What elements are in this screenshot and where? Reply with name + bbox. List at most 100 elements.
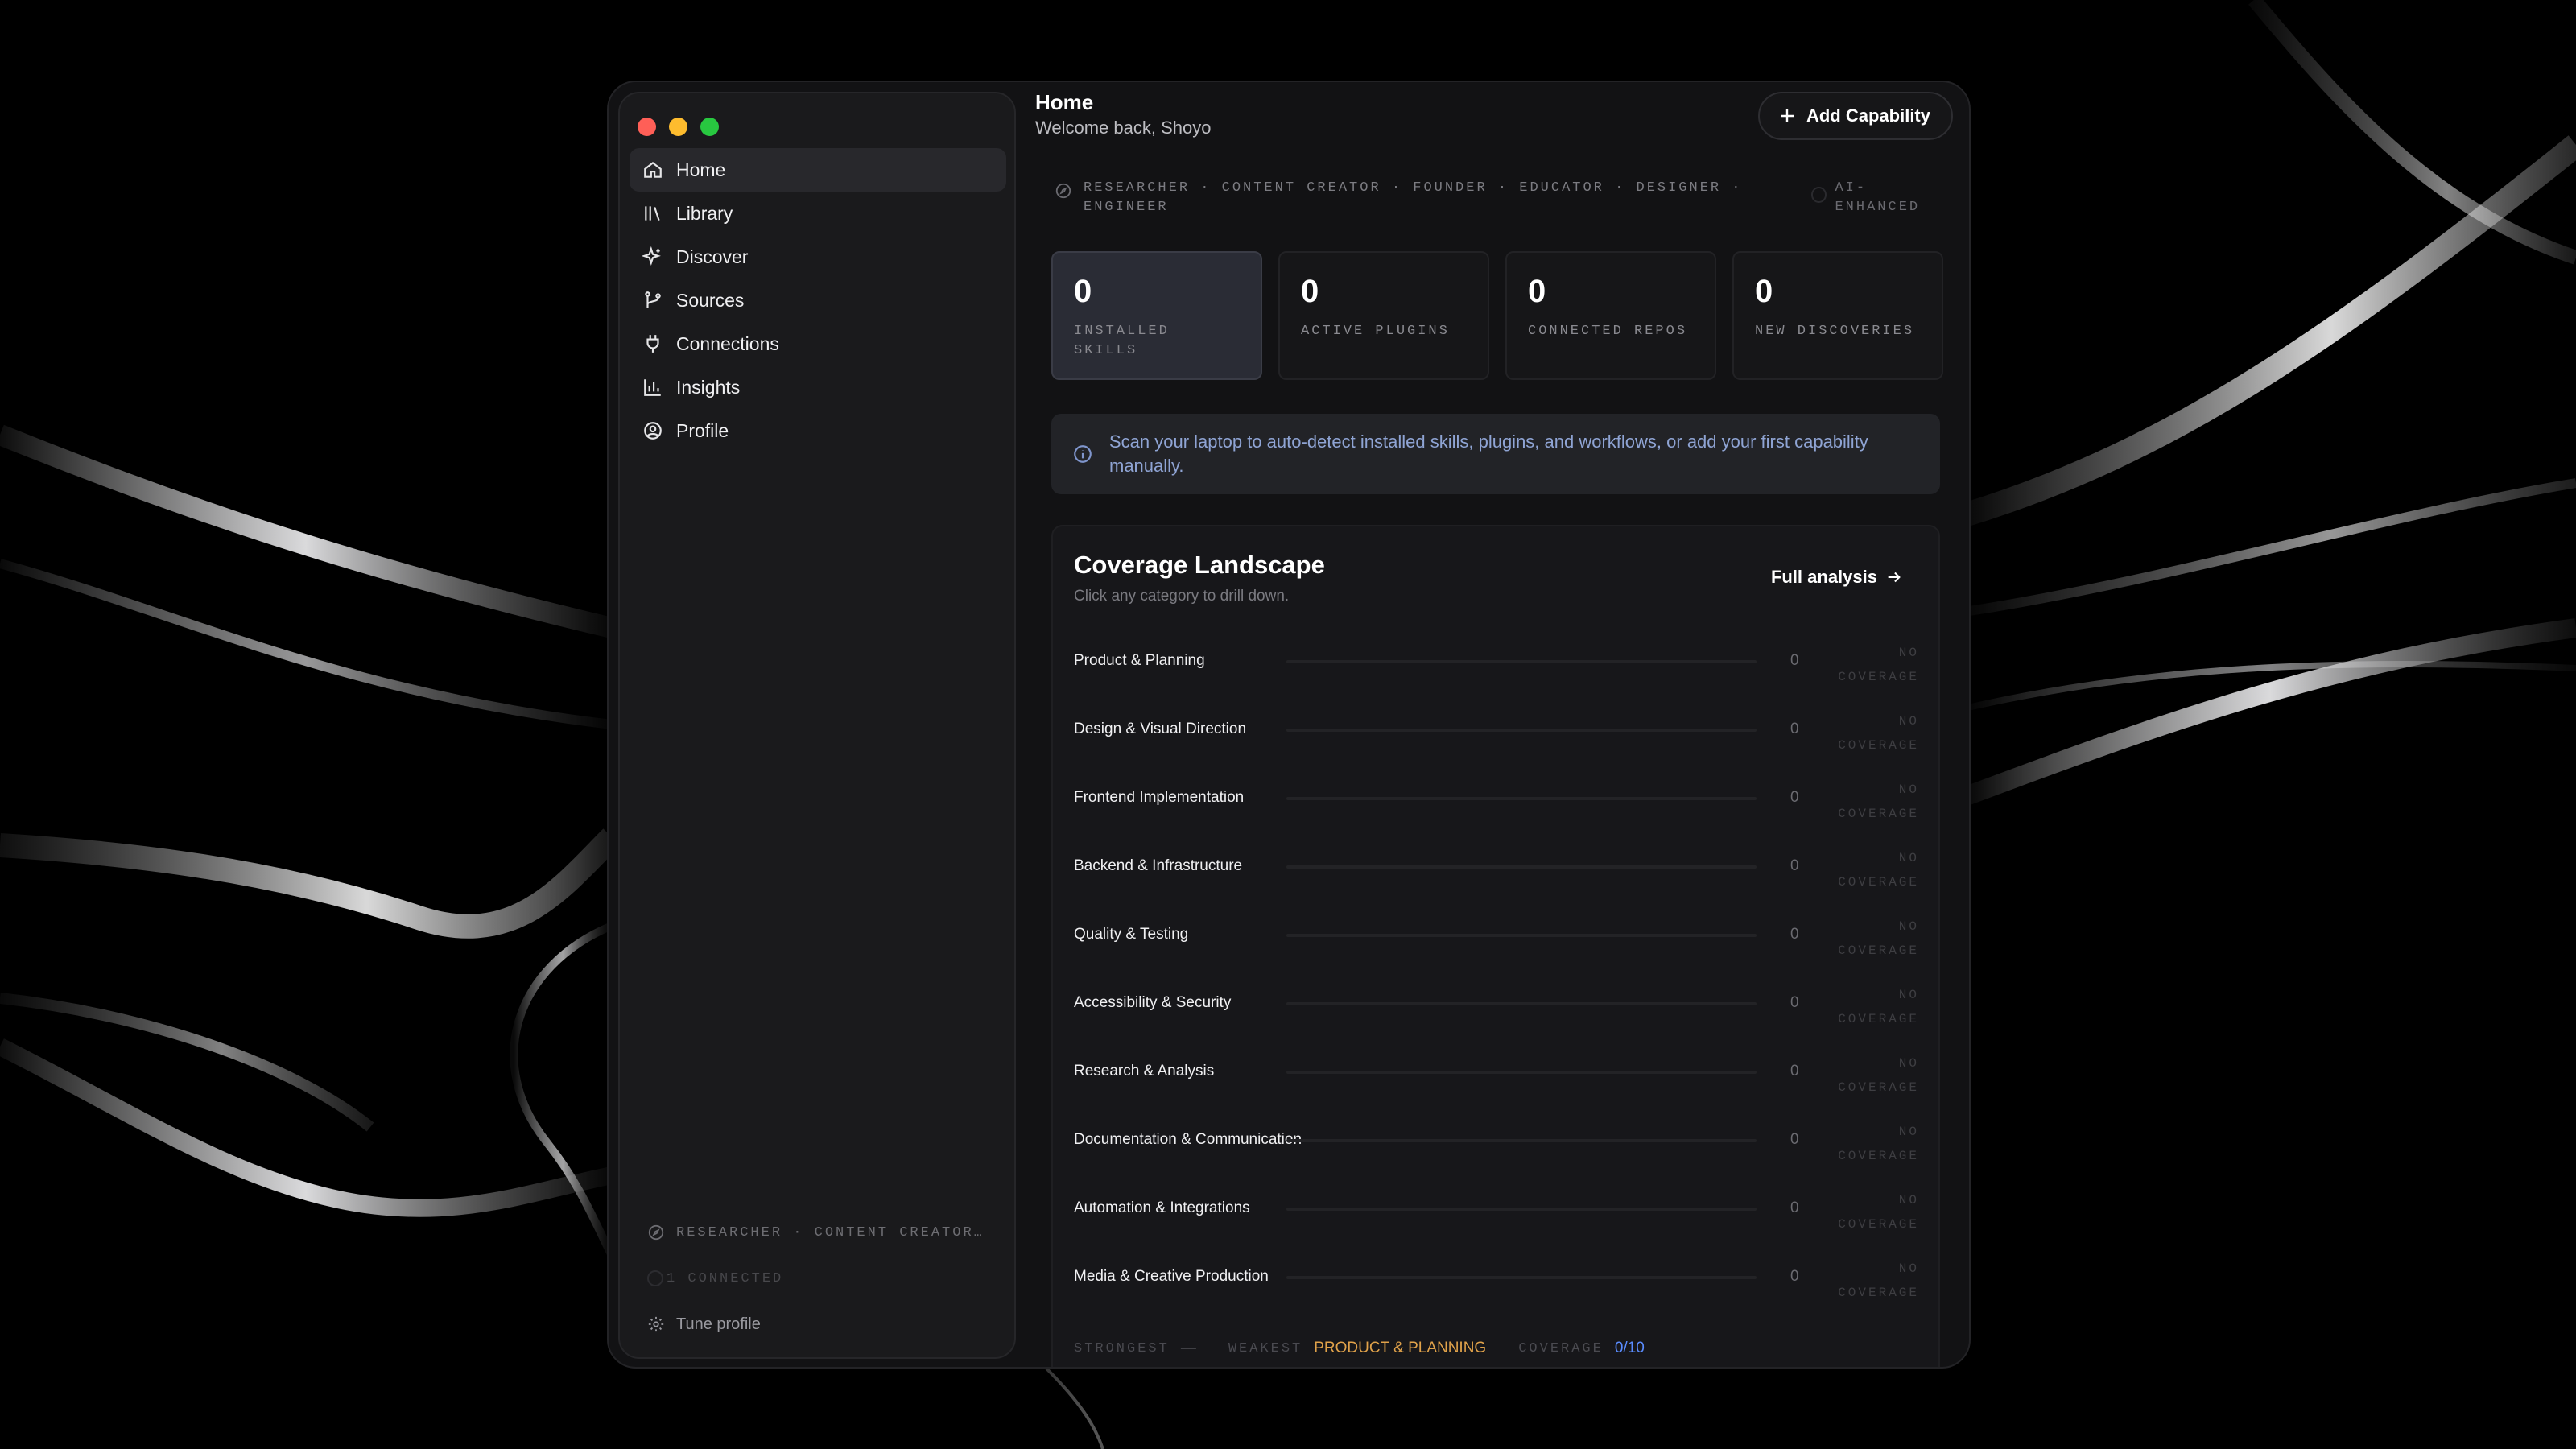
user-circle-icon bbox=[642, 420, 663, 441]
coverage-status: NO COVERAGE bbox=[1838, 1125, 1919, 1163]
stat-value: 0 bbox=[1755, 274, 1773, 309]
home-icon bbox=[642, 159, 663, 180]
weakest-label: WEAKEST bbox=[1228, 1340, 1303, 1356]
sidebar-item-insights[interactable]: Insights bbox=[630, 365, 1006, 409]
coverage-bar bbox=[1286, 1139, 1757, 1142]
category-count: 0 bbox=[1790, 994, 1799, 1011]
category-count: 0 bbox=[1790, 1268, 1799, 1285]
sidebar-nav: Home Library Discover Sources Connection… bbox=[630, 148, 1006, 452]
coverage-status: NO COVERAGE bbox=[1838, 1261, 1919, 1300]
close-window-button[interactable] bbox=[638, 118, 656, 136]
category-name: Automation & Integrations bbox=[1074, 1199, 1250, 1216]
minimize-window-button[interactable] bbox=[669, 118, 687, 136]
category-count: 0 bbox=[1790, 926, 1799, 943]
coverage-subtitle: Click any category to drill down. bbox=[1074, 588, 1290, 605]
sidebar-item-label: Profile bbox=[676, 419, 729, 441]
stat-label: ACTIVE PLUGINS bbox=[1301, 324, 1450, 339]
sidebar-item-label: Home bbox=[676, 159, 726, 180]
status-dot-icon bbox=[647, 1270, 663, 1286]
stat-value: 0 bbox=[1074, 274, 1092, 309]
category-name: Accessibility & Security bbox=[1074, 994, 1232, 1011]
roles-bar: RESEARCHER · CONTENT CREATOR · FOUNDER ·… bbox=[1055, 179, 1948, 217]
compass-icon bbox=[1055, 183, 1071, 199]
main-content: Home Welcome back, Shoyo Add Capability … bbox=[1027, 82, 1961, 1367]
coverage-value: 0/10 bbox=[1614, 1340, 1645, 1356]
coverage-row-media-creative[interactable]: Media & Creative Production 0 NO COVERAG… bbox=[1074, 1244, 1919, 1312]
maximize-window-button[interactable] bbox=[700, 118, 719, 136]
stat-label: INSTALLED SKILLS bbox=[1074, 324, 1170, 358]
page-title: Home bbox=[1035, 90, 1094, 114]
category-count: 0 bbox=[1790, 857, 1799, 874]
sidebar-item-profile[interactable]: Profile bbox=[630, 409, 1006, 452]
coverage-bar bbox=[1286, 660, 1757, 663]
roles-list: RESEARCHER · CONTENT CREATOR · FOUNDER ·… bbox=[1084, 180, 1743, 215]
sidebar: Home Library Discover Sources Connection… bbox=[618, 92, 1016, 1359]
profile-roles[interactable]: RESEARCHER · CONTENT CREATOR… bbox=[647, 1219, 985, 1246]
coverage-row-product-planning[interactable]: Product & Planning 0 NO COVERAGE bbox=[1074, 628, 1919, 696]
app-window: Home Library Discover Sources Connection… bbox=[607, 80, 1971, 1368]
category-count: 0 bbox=[1790, 1199, 1799, 1216]
coverage-label: COVERAGE bbox=[1518, 1340, 1604, 1356]
bar-chart-icon bbox=[642, 377, 663, 398]
sparkles-icon bbox=[642, 246, 663, 267]
stat-connected-repos[interactable]: 0 CONNECTED REPOS bbox=[1505, 251, 1716, 380]
sidebar-item-label: Sources bbox=[676, 289, 745, 311]
status-dot-icon bbox=[1811, 187, 1827, 203]
coverage-row-documentation[interactable]: Documentation & Communication 0 NO COVER… bbox=[1074, 1107, 1919, 1175]
window-controls bbox=[638, 118, 719, 136]
category-name: Research & Analysis bbox=[1074, 1063, 1215, 1080]
coverage-row-frontend[interactable]: Frontend Implementation 0 NO COVERAGE bbox=[1074, 765, 1919, 833]
coverage-bar bbox=[1286, 729, 1757, 732]
coverage-bar bbox=[1286, 1002, 1757, 1005]
sidebar-footer: RESEARCHER · CONTENT CREATOR… 1 CONNECTE… bbox=[647, 1219, 985, 1338]
weakest-value[interactable]: Product & Planning bbox=[1314, 1340, 1486, 1357]
coverage-row-automation[interactable]: Automation & Integrations 0 NO COVERAGE bbox=[1074, 1175, 1919, 1244]
sidebar-item-library[interactable]: Library bbox=[630, 192, 1006, 235]
category-name: Quality & Testing bbox=[1074, 926, 1189, 943]
strongest-value: — bbox=[1180, 1340, 1196, 1356]
coverage-status: NO COVERAGE bbox=[1838, 714, 1919, 753]
category-count: 0 bbox=[1790, 1063, 1799, 1080]
sidebar-item-discover[interactable]: Discover bbox=[630, 235, 1006, 279]
git-branch-icon bbox=[642, 290, 663, 311]
plus-icon bbox=[1780, 109, 1794, 122]
ai-enhanced-badge: AI-ENHANCED bbox=[1811, 179, 1948, 217]
sidebar-item-connections[interactable]: Connections bbox=[630, 322, 1006, 365]
stat-installed-skills[interactable]: 0 INSTALLED SKILLS bbox=[1051, 251, 1262, 380]
coverage-row-accessibility-security[interactable]: Accessibility & Security 0 NO COVERAGE bbox=[1074, 970, 1919, 1038]
coverage-bar bbox=[1286, 797, 1757, 800]
coverage-status: NO COVERAGE bbox=[1838, 988, 1919, 1026]
full-analysis-link[interactable]: Full analysis bbox=[1771, 567, 1903, 588]
stat-active-plugins[interactable]: 0 ACTIVE PLUGINS bbox=[1278, 251, 1489, 380]
category-count: 0 bbox=[1790, 789, 1799, 806]
category-count: 0 bbox=[1790, 720, 1799, 737]
coverage-row-quality-testing[interactable]: Quality & Testing 0 NO COVERAGE bbox=[1074, 902, 1919, 970]
coverage-summary: STRONGEST — WEAKEST Product & Planning C… bbox=[1074, 1340, 1677, 1357]
add-capability-button[interactable]: Add Capability bbox=[1757, 92, 1953, 140]
coverage-status: NO COVERAGE bbox=[1838, 1056, 1919, 1095]
coverage-rows: Product & Planning 0 NO COVERAGE Design … bbox=[1074, 628, 1919, 1312]
category-count: 0 bbox=[1790, 652, 1799, 669]
sidebar-item-label: Discover bbox=[676, 246, 749, 267]
category-name: Design & Visual Direction bbox=[1074, 720, 1247, 737]
sidebar-item-label: Library bbox=[676, 202, 733, 224]
category-count: 0 bbox=[1790, 1131, 1799, 1148]
stat-label: NEW DISCOVERIES bbox=[1755, 324, 1915, 339]
sidebar-item-home[interactable]: Home bbox=[630, 148, 1006, 192]
coverage-bar bbox=[1286, 934, 1757, 937]
stat-value: 0 bbox=[1528, 274, 1546, 309]
coverage-bar bbox=[1286, 1276, 1757, 1279]
coverage-status: NO COVERAGE bbox=[1838, 851, 1919, 890]
stat-new-discoveries[interactable]: 0 NEW DISCOVERIES bbox=[1732, 251, 1943, 380]
sidebar-item-sources[interactable]: Sources bbox=[630, 279, 1006, 322]
coverage-row-backend[interactable]: Backend & Infrastructure 0 NO COVERAGE bbox=[1074, 833, 1919, 902]
strongest-label: STRONGEST bbox=[1074, 1340, 1170, 1356]
stat-value: 0 bbox=[1301, 274, 1319, 309]
tune-profile-link[interactable]: Tune profile bbox=[647, 1311, 985, 1338]
stat-label: CONNECTED REPOS bbox=[1528, 324, 1688, 339]
coverage-status: NO COVERAGE bbox=[1838, 782, 1919, 821]
coverage-row-research-analysis[interactable]: Research & Analysis 0 NO COVERAGE bbox=[1074, 1038, 1919, 1107]
library-icon bbox=[642, 203, 663, 224]
coverage-row-design-visual[interactable]: Design & Visual Direction 0 NO COVERAGE bbox=[1074, 696, 1919, 765]
coverage-status: NO COVERAGE bbox=[1838, 1193, 1919, 1232]
